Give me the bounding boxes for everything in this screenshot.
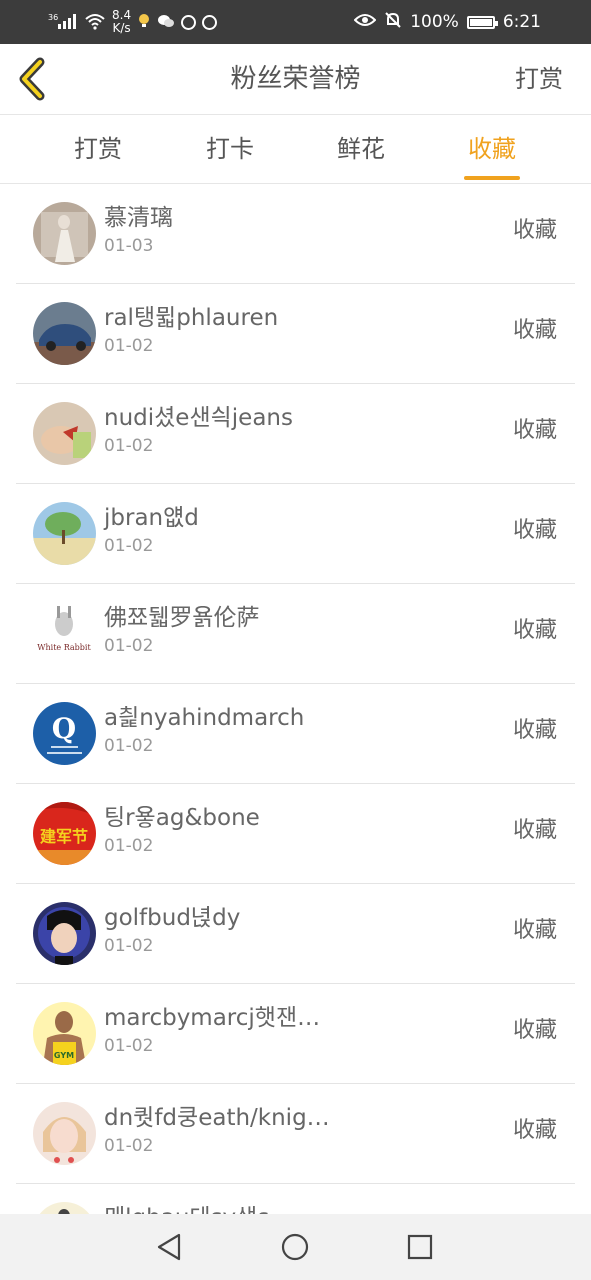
user-name: marcbymarcj햇잰… [104,1005,321,1031]
user-name: ral탱뮓phlauren [104,305,279,331]
list-item[interactable]: 建军节 팅r욯ag&bone 01-02 收藏 [0,784,591,884]
item-type: 收藏 [512,718,557,743]
list-item[interactable]: dn퀏fd쿵eath/knig… 01-02 收藏 [0,1084,591,1184]
avatar-logo-text: GYM [54,1051,74,1060]
list-item[interactable]: ral탱뮓phlauren 01-02 收藏 [0,284,591,384]
signal-icon: 36 [48,12,78,33]
net-speed: 8.4 K/s [112,9,131,35]
item-date: 01-02 [104,1036,154,1056]
item-type: 收藏 [512,518,557,543]
user-name: 팅r욯ag&bone [104,805,260,831]
wifi-icon [84,12,106,33]
item-type: 收藏 [512,1018,557,1043]
item-date: 01-03 [104,236,154,256]
page-title: 粉丝荣誉榜 [230,64,361,94]
avatar [33,1202,96,1214]
item-date: 01-02 [104,436,154,456]
user-name: golfbud녅dy [104,905,241,931]
tab-favorites[interactable]: 收藏 [464,115,520,183]
lightbulb-icon [137,13,151,32]
avatar: Q [33,702,96,765]
mute-bell-icon [384,11,402,34]
status-bar: 36 8.4 K/s 100% 6:21 [0,0,591,44]
avatar [33,202,96,265]
avatar: 建军节 [33,802,96,865]
voice-app-icon [181,14,197,30]
status-right: 100% 6:21 [353,0,541,44]
list-item[interactable]: White Rabbit 佛쬬뒓罗욝伦萨 01-02 收藏 [0,584,591,684]
item-date: 01-02 [104,636,154,656]
item-date: 01-02 [104,336,154,356]
battery-percent: 100% [410,12,459,32]
square-recents-icon [407,1234,433,1260]
item-date: 01-02 [104,736,154,756]
active-tab-indicator [464,176,520,180]
nav-home-button[interactable] [275,1227,315,1267]
tab-checkin[interactable]: 打卡 [190,115,270,183]
tab-label: 鲜花 [337,135,385,163]
user-name: nudi셨e샌싁jeans [104,405,293,431]
tab-flowers[interactable]: 鲜花 [321,115,401,183]
hand-app-icon [202,14,218,30]
user-name: 佛쬬뒓罗욝伦萨 [104,605,260,631]
item-date: 01-02 [104,1136,154,1156]
eye-icon [353,12,377,32]
avatar [33,302,96,365]
signal-text: 36 [48,13,58,22]
avatar [33,902,96,965]
system-nav-bar [0,1214,591,1280]
circle-home-icon [281,1233,309,1261]
user-name: a칉nyahindmarch [104,705,305,731]
battery-icon [466,15,498,29]
item-type: 收藏 [512,318,557,343]
reward-button[interactable]: 打赏 [515,44,563,114]
user-name: 慕清璃 [104,205,173,231]
user-name: dn퀏fd쿵eath/knig… [104,1105,330,1131]
nav-recents-button[interactable] [400,1227,440,1267]
avatar: White Rabbit [33,602,96,665]
item-type: 收藏 [512,918,557,943]
avatar-logo-text: White Rabbit [37,643,91,652]
avatar [33,1102,96,1165]
triangle-back-icon [157,1233,181,1261]
list-item[interactable]: GYM marcbymarcj햇잰… 01-02 收藏 [0,984,591,1084]
tab-label: 收藏 [468,135,516,163]
avatar [33,402,96,465]
avatar-logo-text: 建军节 [40,827,88,846]
tab-label: 打赏 [74,135,122,163]
user-name: jbran얪d [104,505,199,531]
item-type: 收藏 [512,818,557,843]
fan-list: 慕清璃 01-03 收藏 ral탱뮓phlauren 01-02 收藏 nudi… [0,184,591,1214]
list-item[interactable]: golfbud녅dy 01-02 收藏 [0,884,591,984]
item-date: 01-02 [104,936,154,956]
tab-label: 打卡 [206,135,254,163]
list-item[interactable]: jbran얪d 01-02 收藏 [0,484,591,584]
item-type: 收藏 [512,618,557,643]
wechat-icon [157,13,175,32]
avatar-logo-text: Q [52,712,76,745]
avatar: GYM [33,1002,96,1065]
list-item[interactable]: 慕清璃 01-03 收藏 [0,184,591,284]
app-header: 粉丝荣誉榜 打赏 [0,44,591,115]
list-item[interactable]: Q a칉nyahindmarch 01-02 收藏 [0,684,591,784]
net-speed-unit: K/s [112,21,131,35]
nav-back-button[interactable] [150,1227,190,1267]
item-type: 收藏 [512,1118,557,1143]
tab-bar: 打赏 打卡 鲜花 收藏 [0,115,591,184]
clock: 6:21 [502,12,541,32]
list-item[interactable]: nudi셨e샌싁jeans 01-02 收藏 [0,384,591,484]
status-left: 36 8.4 K/s [48,0,218,44]
item-date: 01-02 [104,536,154,556]
tab-reward[interactable]: 打赏 [58,115,138,183]
item-type: 收藏 [512,418,557,443]
user-name: 뫠lghau데sy샐s [104,1198,269,1214]
item-date: 01-02 [104,836,154,856]
item-type: 收藏 [512,218,557,243]
avatar [33,502,96,565]
list-item[interactable]: 뫠lghau데sy샐s [0,1184,591,1214]
